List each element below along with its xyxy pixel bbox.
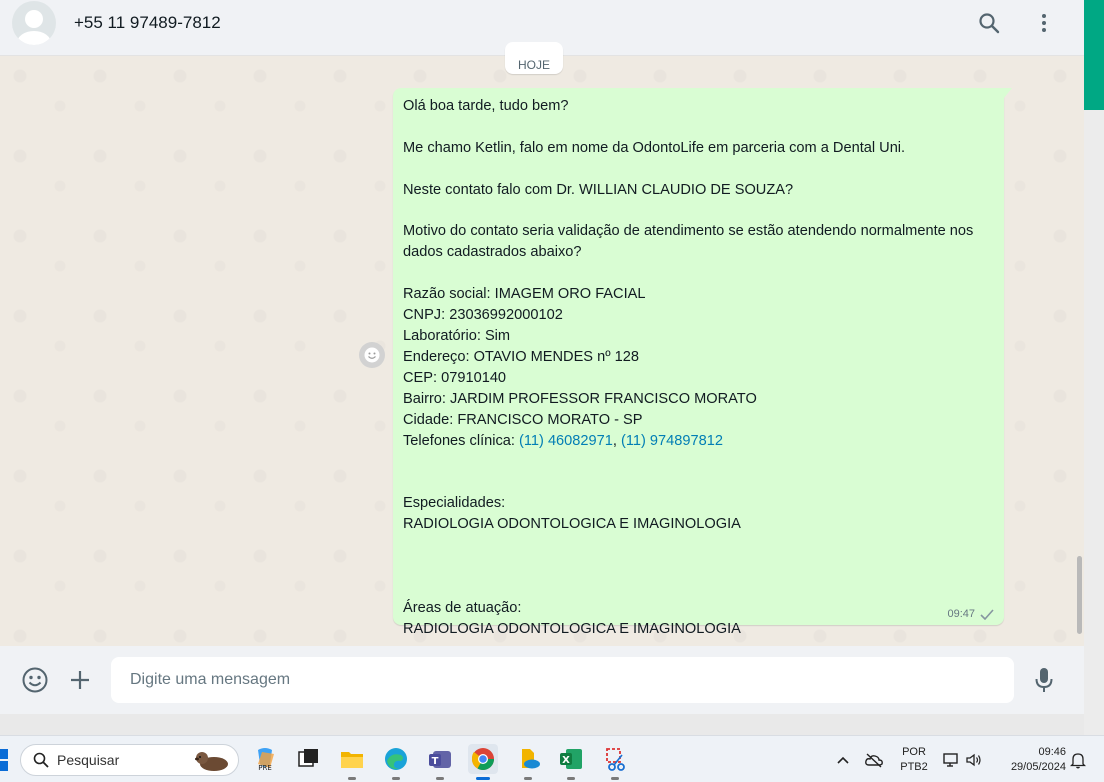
windows-start-icon[interactable] (0, 749, 8, 771)
edge-browser-icon[interactable] (381, 744, 411, 780)
volume-icon[interactable] (964, 751, 984, 769)
message-time: 09:47 (947, 608, 975, 620)
onedrive-files-icon[interactable] (513, 744, 543, 780)
message-body-tail: Especialidades: RADIOLOGIA ODONTOLOGICA … (403, 495, 741, 637)
phone-link-1[interactable]: (11) 46082971 (519, 433, 613, 449)
scrollbar-thumb[interactable] (1077, 556, 1082, 634)
clock-time: 09:46 (1038, 746, 1066, 758)
phone-separator: , (612, 432, 621, 449)
task-view-icon[interactable] (293, 744, 323, 774)
date-chip: HOJE (505, 42, 563, 74)
check-icon (980, 608, 994, 620)
cloud-offline-icon[interactable] (864, 751, 884, 769)
search-icon (33, 752, 49, 768)
language-bottom: PTB2 (900, 761, 928, 773)
file-explorer-icon[interactable] (337, 744, 367, 780)
whatsapp-window: +55 11 97489-7812 HOJE Olá boa tarde, tu… (0, 0, 1084, 714)
microphone-icon[interactable] (1029, 665, 1059, 695)
taskbar-search-label: Pesquisar (57, 752, 120, 768)
emoji-icon[interactable] (20, 665, 50, 695)
chrome-icon[interactable] (468, 744, 498, 780)
svg-text:T: T (432, 756, 439, 767)
taskbar: Pesquisar PRE T X POR PTB2 09:46 29/05/2… (0, 735, 1104, 782)
chat-area[interactable]: HOJE Olá boa tarde, tudo bem? Me chamo K… (0, 42, 1084, 646)
menu-icon[interactable] (1031, 10, 1057, 36)
copilot-icon[interactable]: PRE (250, 744, 280, 774)
message-input[interactable] (111, 657, 1014, 703)
chat-scrollbar[interactable] (1076, 56, 1084, 646)
message-meta: 09:47 (947, 608, 994, 620)
accent-strip (1084, 0, 1104, 110)
language-indicator[interactable]: POR PTB2 (898, 745, 930, 775)
snipping-tool-icon[interactable] (600, 744, 630, 780)
message-text: Olá boa tarde, tudo bem? Me chamo Ketlin… (403, 96, 994, 640)
clock[interactable]: 09:46 29/05/2024 (996, 745, 1066, 775)
contact-avatar[interactable] (12, 1, 56, 45)
reaction-button[interactable] (359, 342, 385, 368)
message-body: Olá boa tarde, tudo bem? Me chamo Ketlin… (403, 98, 974, 428)
network-icon[interactable] (941, 751, 961, 769)
clock-date: 29/05/2024 (1010, 761, 1066, 773)
plus-icon[interactable] (65, 665, 95, 695)
message-bubble[interactable]: Olá boa tarde, tudo bem? Me chamo Ketlin… (393, 88, 1012, 636)
svg-text:X: X (562, 755, 570, 766)
phones-label: Telefones clínica: (403, 432, 520, 449)
excel-icon[interactable]: X (556, 744, 586, 780)
svg-text:PRE: PRE (258, 764, 272, 772)
avatar-head-shape (25, 10, 43, 28)
notification-bell-icon[interactable] (1068, 751, 1088, 769)
teams-icon[interactable]: T (425, 744, 455, 780)
language-top: POR (902, 746, 926, 758)
window-edge (1084, 0, 1104, 735)
contact-name[interactable]: +55 11 97489-7812 (74, 13, 221, 33)
taskbar-search[interactable]: Pesquisar (20, 744, 239, 776)
search-icon[interactable] (976, 10, 1002, 36)
phone-link-2[interactable]: (11) 974897812 (621, 433, 723, 449)
chevron-up-icon[interactable] (833, 751, 853, 769)
emoji-reaction-icon (364, 347, 380, 363)
message-composer (0, 646, 1084, 714)
otter-icon (195, 752, 228, 771)
avatar-body-shape (17, 31, 51, 45)
